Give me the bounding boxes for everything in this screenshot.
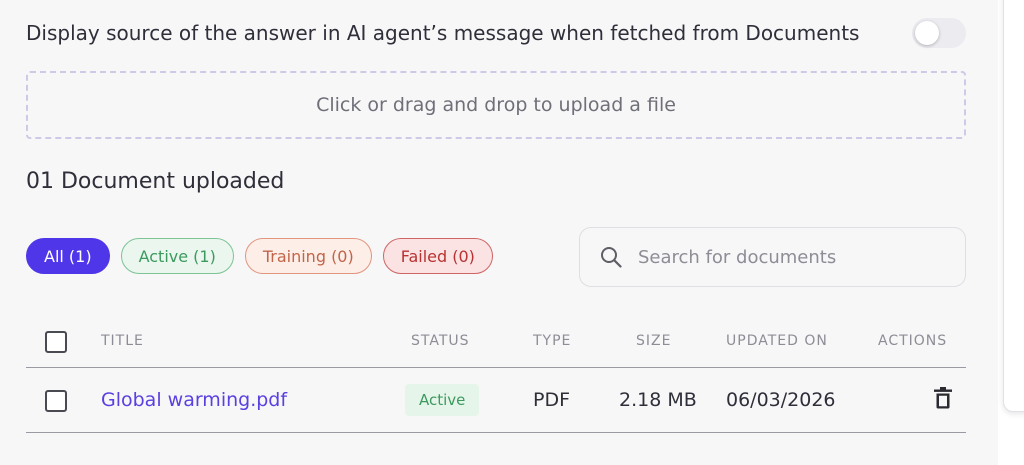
documents-panel: Display source of the answer in AI agent… [0,0,998,465]
table-row: Global warming.pdf Active PDF 2.18 MB 06… [26,368,966,433]
document-type: PDF [533,389,571,411]
row-checkbox[interactable] [45,390,67,412]
delete-document-button[interactable] [931,385,955,411]
side-panel-edge [1003,0,1024,412]
column-title[interactable]: TITLE [101,333,144,349]
column-updated-on[interactable]: UPDATED ON [726,333,828,349]
file-upload-dropzone[interactable]: Click or drag and drop to upload a file [26,71,966,139]
toggle-knob [915,21,939,45]
source-toggle-label: Display source of the answer in AI agent… [26,21,860,45]
filter-active-chip[interactable]: Active (1) [120,238,234,274]
source-toggle-switch[interactable] [912,18,966,48]
trash-icon [934,387,952,409]
document-title-link[interactable]: Global warming.pdf [101,389,287,411]
search-icon [601,247,622,268]
column-actions: ACTIONS [878,333,948,349]
filter-failed-chip[interactable]: Failed (0) [382,238,493,274]
filter-all-chip[interactable]: All (1) [26,238,110,274]
status-filters: All (1) Active (1) Training (0) Failed (… [26,238,493,274]
table-header: TITLE STATUS TYPE SIZE UPDATED ON ACTION… [26,316,966,368]
column-type[interactable]: TYPE [533,333,571,349]
upload-prompt: Click or drag and drop to upload a file [316,94,676,116]
document-updated-on: 06/03/2026 [726,389,836,411]
column-size[interactable]: SIZE [636,333,671,349]
filter-training-chip[interactable]: Training (0) [244,238,372,274]
search-input[interactable] [638,246,938,268]
status-badge: Active [405,384,480,416]
document-search-box[interactable] [579,227,966,287]
document-count-heading: 01 Document uploaded [26,169,285,194]
source-toggle-row: Display source of the answer in AI agent… [26,18,966,48]
column-status[interactable]: STATUS [411,333,470,349]
select-all-checkbox[interactable] [45,331,67,353]
document-size: 2.18 MB [619,389,697,411]
